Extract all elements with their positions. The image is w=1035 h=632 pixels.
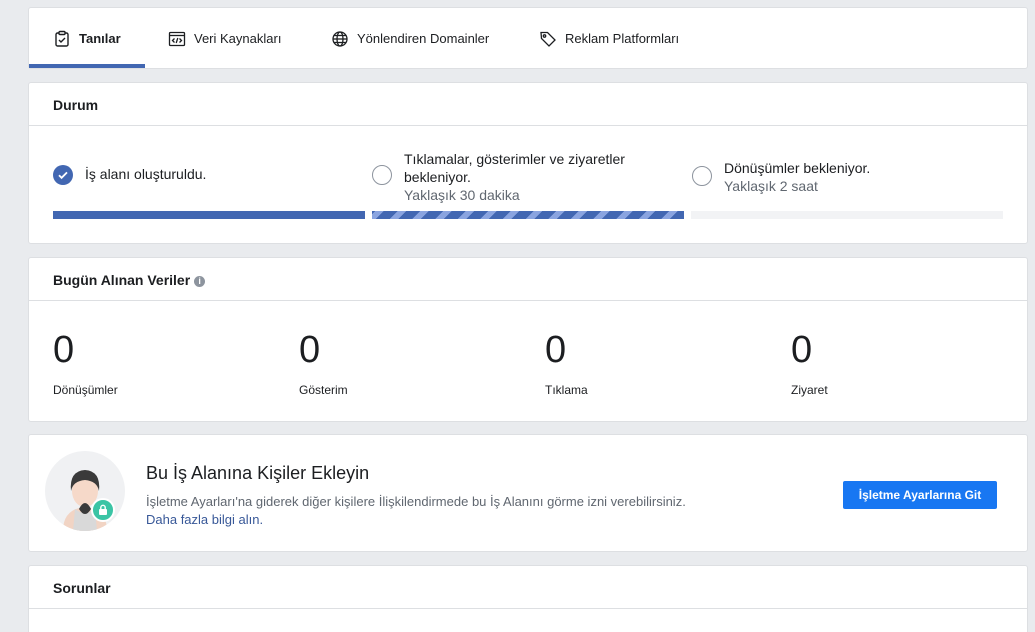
- stat-visits: 0 Ziyaret: [791, 330, 828, 397]
- step-label: İş alanı oluşturuldu.: [85, 166, 207, 182]
- tab-ad-platforms[interactable]: Reklam Platformları: [539, 8, 679, 69]
- add-people-description: İşletme Ayarları'na giderek diğer kişile…: [146, 493, 686, 529]
- tab-diagnostics[interactable]: Tanılar: [53, 8, 121, 69]
- status-title: Durum: [29, 83, 1027, 126]
- person-avatar-icon: [45, 451, 125, 531]
- issues-title: Sorunlar: [29, 566, 1027, 609]
- stat-value: 0: [791, 329, 813, 371]
- globe-icon: [332, 30, 348, 47]
- info-icon[interactable]: i: [194, 275, 206, 287]
- tab-label: Tanılar: [79, 31, 121, 46]
- step-label-line1: Tıklamalar, gösterimler ve ziyaretler: [404, 151, 625, 167]
- step-eta: Yaklaşık 2 saat: [724, 178, 818, 194]
- step-waiting-conversions: Dönüşümler bekleniyor. Yaklaşık 2 saat: [692, 159, 870, 195]
- learn-more-link[interactable]: Daha fazla bilgi alın.: [146, 511, 686, 529]
- stat-conversions: 0 Dönüşümler: [53, 330, 118, 397]
- stat-value: 0: [53, 329, 75, 371]
- tab-label: Veri Kaynakları: [194, 31, 282, 46]
- today-title: Bugün Alınan Veriler: [53, 272, 191, 288]
- tab-bar: Tanılar Veri Kaynakları Yönlendiren Doma…: [28, 7, 1028, 69]
- description-text: İşletme Ayarları'na giderek diğer kişile…: [146, 494, 686, 509]
- stat-label: Dönüşümler: [53, 383, 118, 397]
- today-header: Bugün Alınan Veriler i: [29, 258, 1027, 301]
- tag-icon: [540, 31, 556, 47]
- tab-label: Yönlendiren Domainler: [357, 31, 490, 46]
- step-label: Dönüşümler bekleniyor.: [724, 160, 871, 176]
- active-tab-indicator: [29, 64, 145, 68]
- step-workspace-created: İş alanı oluşturuldu.: [53, 165, 206, 185]
- tab-data-sources[interactable]: Veri Kaynakları: [168, 8, 281, 69]
- stat-label: Tıklama: [545, 383, 588, 397]
- progress-bar-done: [53, 211, 365, 219]
- stat-impressions: 0 Gösterim: [299, 330, 348, 397]
- stat-label: Ziyaret: [791, 383, 828, 397]
- issues-card: Sorunlar: [28, 565, 1028, 632]
- radio-circle-icon: [372, 165, 392, 185]
- stat-label: Gösterim: [299, 383, 348, 397]
- add-people-card: Bu İş Alanına Kişiler Ekleyin İşletme Ay…: [28, 434, 1028, 552]
- today-data-card: Bugün Alınan Veriler i 0 Dönüşümler 0 Gös…: [28, 257, 1028, 422]
- progress-bar-pending: [691, 211, 1003, 219]
- lock-icon: [91, 498, 115, 522]
- radio-circle-icon: [692, 166, 712, 186]
- stat-value: 0: [299, 329, 321, 371]
- step-eta: Yaklaşık 30 dakika: [404, 187, 520, 203]
- step-waiting-clicks: Tıklamalar, gösterimler ve ziyaretler be…: [372, 150, 625, 204]
- tab-referring-domains[interactable]: Yönlendiren Domainler: [331, 8, 489, 69]
- tab-label: Reklam Platformları: [565, 31, 680, 46]
- go-to-business-settings-button[interactable]: İşletme Ayarlarına Git: [843, 481, 997, 509]
- code-window-icon: [168, 31, 186, 46]
- clipboard-check-icon: [55, 30, 69, 47]
- progress-bar-in-progress: [372, 211, 684, 219]
- add-people-title: Bu İş Alanına Kişiler Ekleyin: [146, 463, 370, 483]
- check-circle-icon: [53, 165, 73, 185]
- stat-value: 0: [545, 329, 567, 371]
- step-label-line2: bekleniyor.: [404, 169, 471, 185]
- status-card: Durum İş alanı oluşturuldu. Tıklamalar, …: [28, 82, 1028, 244]
- stat-clicks: 0 Tıklama: [545, 330, 588, 397]
